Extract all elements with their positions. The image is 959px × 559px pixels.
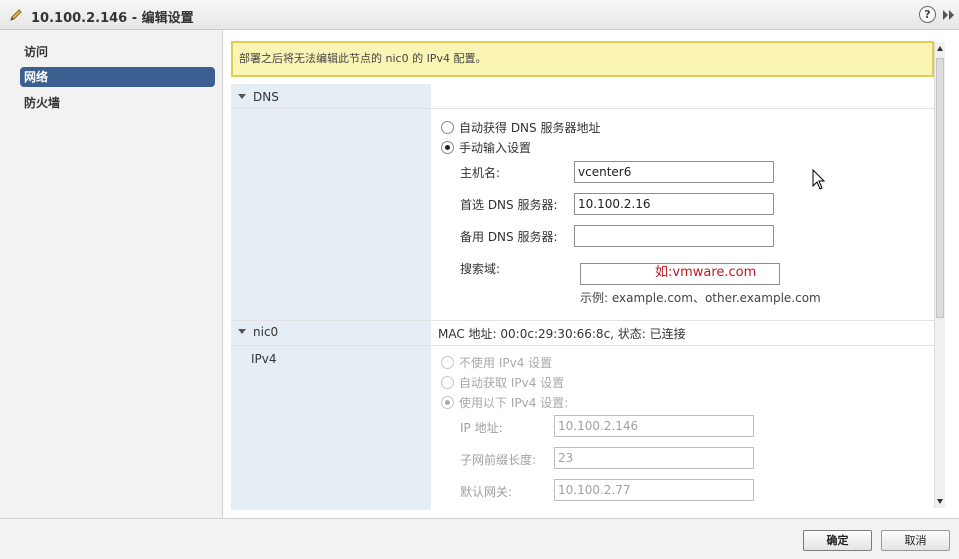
ip-address-field: 10.100.2.146 — [554, 415, 754, 437]
settings-nav: 访问 网络 防火墙 — [0, 30, 222, 518]
search-domain-annotation: 如:vmware.com — [655, 265, 757, 280]
nic-section-label: nic0 — [253, 325, 279, 339]
cancel-button[interactable]: 取消 — [881, 530, 950, 551]
dns-manual-option[interactable]: 手动输入设置 — [441, 139, 531, 156]
edit-pencil-icon — [10, 9, 22, 21]
scrollbar-thumb[interactable] — [936, 58, 944, 318]
subnet-prefix-field: 23 — [554, 447, 754, 469]
nav-item-access[interactable]: 访问 — [20, 42, 215, 62]
dns-header-row — [231, 84, 934, 109]
network-settings-panel: 部署之后将无法编辑此节点的 nic0 的 IPv4 配置。 DNS 自动获得 D… — [231, 30, 934, 510]
nic-section-toggle[interactable]: nic0 — [238, 325, 278, 339]
search-domain-label: 搜索域: — [460, 262, 501, 276]
scroll-up-icon[interactable] — [937, 46, 943, 51]
vertical-scrollbar[interactable] — [934, 42, 945, 508]
mac-status-text: MAC 地址: 00:0c:29:30:66:8c, 状态: 已连接 — [438, 327, 686, 341]
ipv4-label: IPv4 — [251, 352, 277, 366]
ipv4-static-label: 使用以下 IPv4 设置: — [459, 396, 569, 410]
dns-manual-label: 手动输入设置 — [459, 141, 532, 155]
search-domain-hint: 示例: example.com、other.example.com — [580, 291, 821, 305]
ipv4-auto-radio — [441, 376, 454, 389]
help-icon[interactable]: ? — [919, 6, 936, 23]
preferred-dns-label: 首选 DNS 服务器: — [460, 198, 558, 212]
hostname-label: 主机名: — [460, 166, 501, 180]
hostname-field[interactable]: vcenter6 — [574, 161, 774, 183]
search-domain-field[interactable]: 如:vmware.com — [580, 263, 780, 285]
preferred-dns-field[interactable]: 10.100.2.16 — [574, 193, 774, 215]
ok-button[interactable]: 确定 — [803, 530, 872, 551]
ipv4-static-radio — [441, 396, 454, 409]
ipv4-none-label: 不使用 IPv4 设置 — [459, 356, 553, 370]
ipv4-auto-option: 自动获取 IPv4 设置 — [441, 374, 564, 391]
dns-auto-option[interactable]: 自动获得 DNS 服务器地址 — [441, 119, 600, 136]
dns-auto-radio[interactable] — [441, 121, 454, 134]
dns-manual-radio[interactable] — [441, 141, 454, 154]
nav-item-firewall[interactable]: 防火墙 — [20, 93, 215, 113]
alternate-dns-field[interactable] — [574, 225, 774, 247]
warning-banner: 部署之后将无法编辑此节点的 nic0 的 IPv4 配置。 — [231, 41, 934, 77]
dns-auto-label: 自动获得 DNS 服务器地址 — [459, 121, 601, 135]
dns-section-toggle[interactable]: DNS — [238, 90, 279, 104]
expand-icon[interactable] — [942, 8, 956, 22]
content-area: 部署之后将无法编辑此节点的 nic0 的 IPv4 配置。 DNS 自动获得 D… — [222, 30, 959, 518]
ipv4-auto-label: 自动获取 IPv4 设置 — [459, 376, 565, 390]
ipv4-static-option: 使用以下 IPv4 设置: — [441, 394, 568, 411]
dialog-title: 10.100.2.146 - 编辑设置 — [31, 11, 194, 26]
ipv4-none-radio — [441, 356, 454, 369]
dialog-footer: 确定 取消 — [0, 518, 959, 559]
gateway-field: 10.100.2.77 — [554, 479, 754, 501]
nav-item-network[interactable]: 网络 — [20, 67, 215, 87]
nic-label-column — [231, 320, 431, 510]
title-bar: 10.100.2.146 - 编辑设置 ? — [0, 0, 959, 30]
ipv4-none-option: 不使用 IPv4 设置 — [441, 354, 552, 371]
mouse-cursor-icon — [812, 169, 826, 190]
subnet-prefix-label: 子网前缀长度: — [460, 453, 537, 467]
collapse-triangle-icon — [238, 329, 246, 334]
dns-section-label: DNS — [253, 90, 279, 104]
scroll-down-icon[interactable] — [937, 499, 943, 504]
dns-label-column — [231, 84, 431, 320]
alternate-dns-label: 备用 DNS 服务器: — [460, 230, 558, 244]
collapse-triangle-icon — [238, 94, 246, 99]
ip-address-label: IP 地址: — [460, 421, 503, 435]
gateway-label: 默认网关: — [460, 485, 513, 499]
